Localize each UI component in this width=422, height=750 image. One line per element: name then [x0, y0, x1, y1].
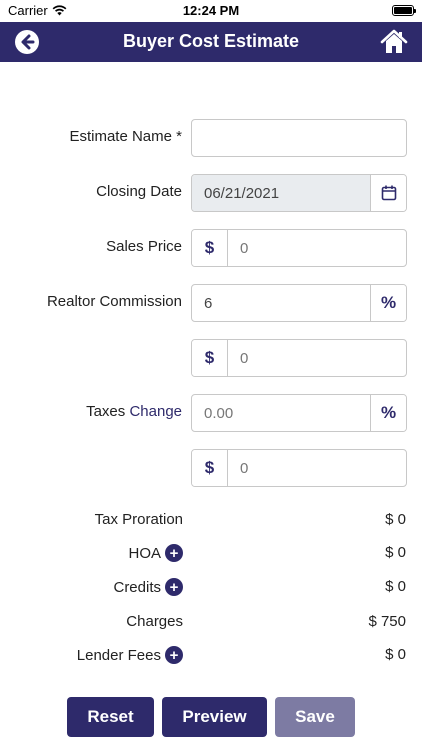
status-bar: Carrier 12:24 PM — [0, 0, 422, 22]
taxes-percent-field[interactable]: 0.00 % — [191, 394, 407, 432]
estimate-name-row: Estimate Name * — [0, 119, 422, 157]
battery-icon — [392, 5, 416, 16]
calendar-icon — [381, 185, 396, 201]
taxes-label: Taxes Change — [86, 403, 182, 420]
navigation-bar: Buyer Cost Estimate — [0, 22, 422, 62]
add-credits-icon[interactable]: + — [165, 578, 183, 596]
summary-row-lender-fees: Lender Fees + $ 0 — [0, 642, 422, 668]
percent-suffix: % — [370, 395, 406, 431]
tax-proration-label: Tax Proration — [95, 511, 183, 528]
action-bar: Reset Preview Save — [0, 688, 422, 750]
dollar-prefix: $ — [192, 230, 228, 266]
sales-price-input[interactable]: 0 — [228, 230, 406, 266]
summary-label-text: Lender Fees — [76, 646, 161, 664]
sales-price-field[interactable]: $ 0 — [191, 229, 407, 267]
realtor-commission-percent-input[interactable]: 6 — [192, 285, 370, 321]
charges-label: Charges — [126, 613, 183, 630]
taxes-percent-input[interactable]: 0.00 — [192, 395, 370, 431]
taxes-label-text: Taxes — [86, 403, 126, 420]
sales-price-label: Sales Price — [106, 238, 182, 255]
save-button[interactable]: Save — [275, 697, 355, 737]
taxes-change-link[interactable]: Change — [129, 403, 182, 420]
realtor-commission-amount-row: $ 0 — [0, 339, 422, 377]
charges-value: $ 750 — [368, 613, 406, 630]
dollar-prefix: $ — [192, 340, 228, 376]
taxes-amount-row: $ 0 — [0, 449, 422, 487]
sales-price-row: Sales Price $ 0 — [0, 229, 422, 267]
summary-row-hoa: HOA + $ 0 — [0, 540, 422, 566]
summary-row-credits: Credits + $ 0 — [0, 574, 422, 600]
taxes-row: Taxes Change 0.00 % — [0, 394, 422, 432]
tax-proration-value: $ 0 — [385, 511, 406, 528]
summary-label-text: Tax Proration — [94, 511, 183, 528]
summary-label-text: Credits — [113, 578, 161, 596]
credits-label: Credits + — [113, 578, 183, 596]
estimate-name-field[interactable] — [191, 119, 407, 157]
realtor-commission-label: Realtor Commission — [46, 293, 182, 310]
closing-date-input[interactable]: 06/21/2021 — [192, 175, 370, 211]
clock: 12:24 PM — [182, 3, 240, 18]
hoa-value: $ 0 — [385, 544, 406, 561]
summary-label-text: HOA — [128, 544, 161, 562]
closing-date-field[interactable]: 06/21/2021 — [191, 174, 407, 212]
summary-row-tax-proration: Tax Proration $ 0 — [0, 507, 422, 533]
taxes-amount-field[interactable]: $ 0 — [191, 449, 407, 487]
lender-fees-label: Lender Fees + — [77, 646, 183, 664]
realtor-commission-row: Realtor Commission 6 % — [0, 284, 422, 322]
hoa-label: HOA + — [128, 544, 183, 562]
home-icon[interactable] — [380, 28, 408, 56]
calendar-button[interactable] — [370, 175, 406, 211]
summary-label-text: Charges — [126, 613, 183, 630]
summary-row-charges: Charges $ 750 — [0, 609, 422, 635]
add-lender-fees-icon[interactable]: + — [165, 646, 183, 664]
closing-date-label: Closing Date — [96, 183, 182, 200]
percent-suffix: % — [370, 285, 406, 321]
credits-value: $ 0 — [385, 578, 406, 595]
page-title: Buyer Cost Estimate — [122, 31, 300, 51]
realtor-commission-amount-field[interactable]: $ 0 — [191, 339, 407, 377]
lender-fees-value: $ 0 — [385, 646, 406, 663]
reset-button[interactable]: Reset — [67, 697, 154, 737]
dollar-prefix: $ — [192, 450, 228, 486]
estimate-name-label: Estimate Name * — [69, 128, 182, 145]
estimate-name-input[interactable] — [192, 120, 406, 156]
add-hoa-icon[interactable]: + — [165, 544, 183, 562]
closing-date-row: Closing Date 06/21/2021 — [0, 174, 422, 212]
preview-button[interactable]: Preview — [162, 697, 267, 737]
realtor-commission-percent-field[interactable]: 6 % — [191, 284, 407, 322]
realtor-commission-amount-input[interactable]: 0 — [228, 340, 406, 376]
taxes-amount-input[interactable]: 0 — [228, 450, 406, 486]
